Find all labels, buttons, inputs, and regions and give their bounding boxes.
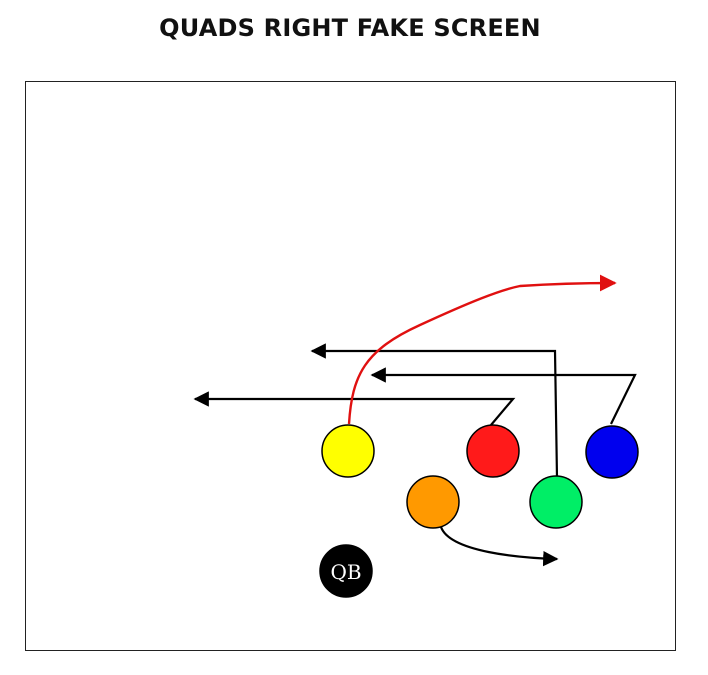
route-red <box>193 391 516 426</box>
player-orange <box>406 475 460 529</box>
player-blue <box>585 425 639 479</box>
qb-label: QB <box>330 560 361 584</box>
route-yellow <box>347 274 617 425</box>
player-green <box>529 475 583 529</box>
route-orange <box>439 526 559 567</box>
play-diagram: QB <box>193 274 639 598</box>
player-yellow <box>321 424 375 478</box>
player-qb: QB <box>319 544 373 598</box>
player-red <box>466 424 520 478</box>
